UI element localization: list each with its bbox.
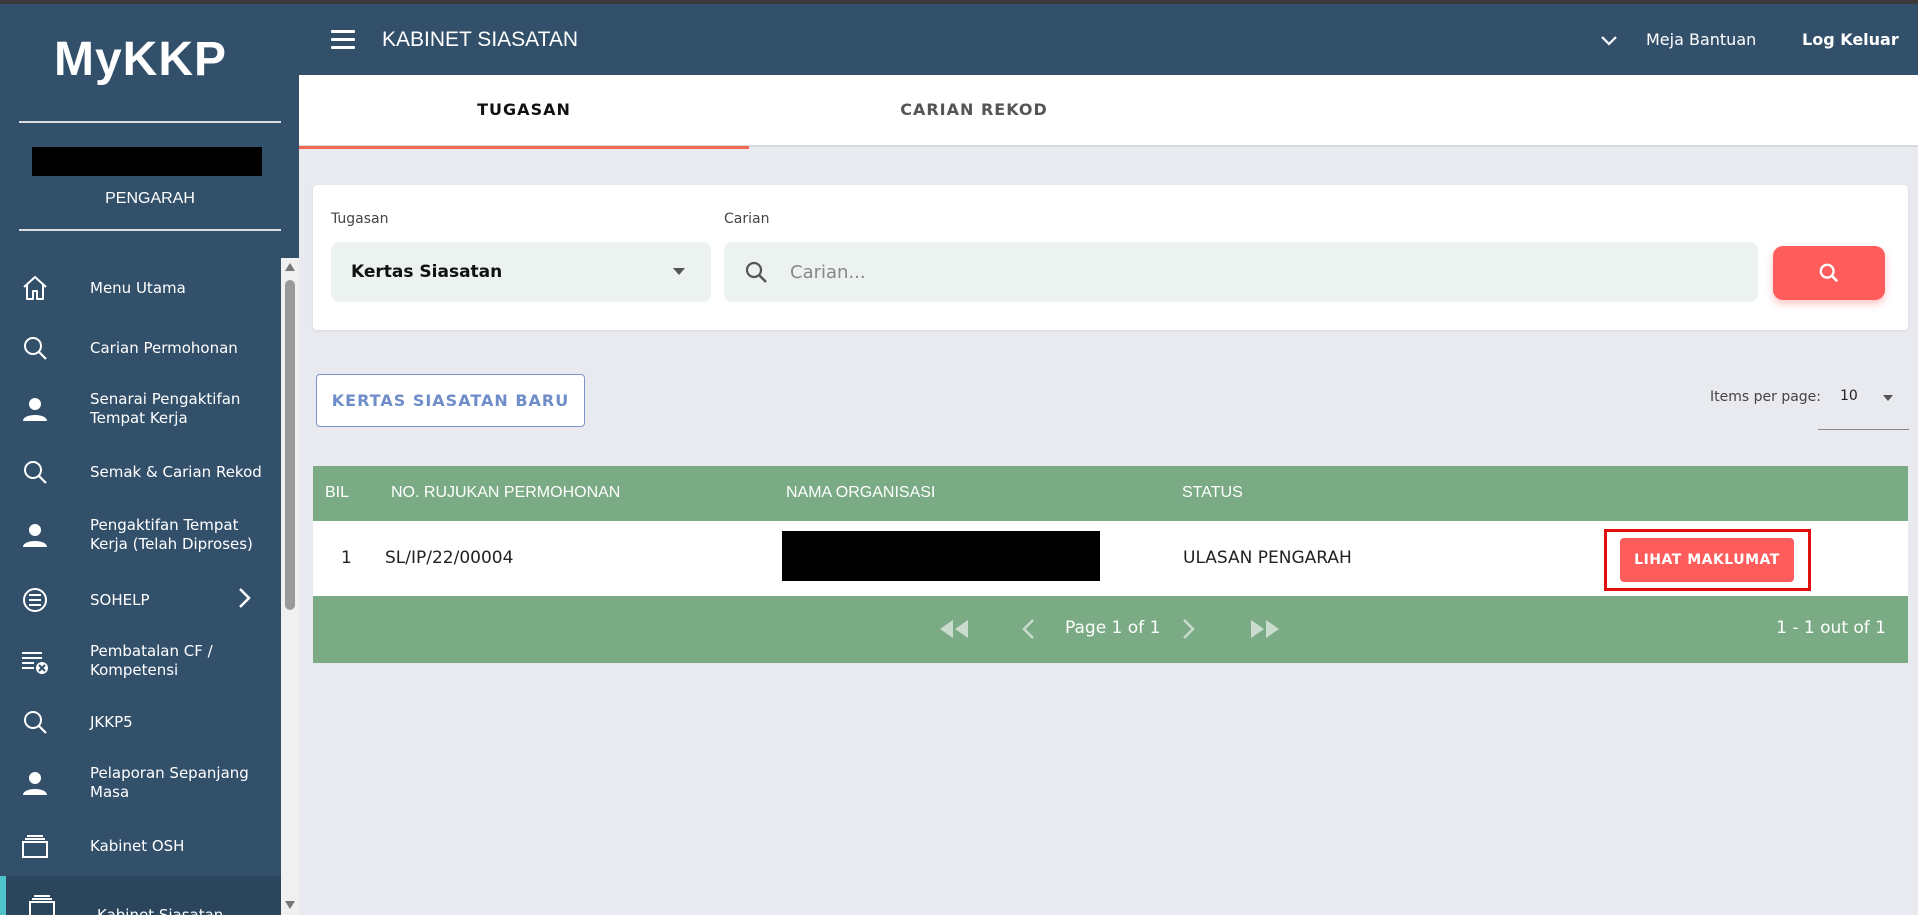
last-page-icon[interactable] xyxy=(1248,618,1282,640)
sidebar-item-pembatalan-cf[interactable]: Pembatalan CF / Kompetensi xyxy=(0,640,281,682)
tab-tugasan[interactable]: TUGASAN xyxy=(299,75,749,149)
sidebar-item-label: JKKP5 xyxy=(90,712,133,731)
divider xyxy=(19,229,281,231)
sidebar-item-label: Carian Permohonan xyxy=(90,338,238,357)
sidebar-item-sohelp[interactable]: SOHELP xyxy=(0,580,281,620)
search-icon xyxy=(20,457,50,487)
divider xyxy=(19,121,281,123)
new-investigation-paper-button[interactable]: KERTAS SIASATAN BARU xyxy=(316,374,585,427)
task-label: Tugasan xyxy=(331,211,389,227)
table-row: 1 SL/IP/22/00004 ULASAN PENGARAH LIHAT M… xyxy=(313,521,1908,596)
scroll-down-arrow-icon[interactable] xyxy=(284,900,296,910)
redacted-user-name xyxy=(32,147,262,176)
hamburger-menu-icon[interactable] xyxy=(331,30,355,50)
tab-label: TUGASAN xyxy=(477,100,571,119)
previous-page-icon[interactable] xyxy=(1020,618,1036,640)
dropdown-caret-icon xyxy=(673,268,685,275)
list-icon xyxy=(20,585,50,615)
sidebar-scroll-thumb[interactable] xyxy=(285,280,295,610)
sidebar-item-semak-carian[interactable]: Semak & Carian Rekod xyxy=(0,451,281,493)
column-header-status: STATUS xyxy=(1182,484,1243,501)
sidebar-item-kabinet-siasatan[interactable]: Kabinet Siasatan xyxy=(0,876,281,915)
search-label: Carian xyxy=(724,211,770,227)
search-icon xyxy=(20,333,50,363)
person-icon xyxy=(20,768,50,798)
user-role: PENGARAH xyxy=(105,190,195,207)
app-logo: MyKKP xyxy=(53,33,228,86)
page-title: KABINET SIASATAN xyxy=(382,28,579,51)
sidebar-item-label: Menu Utama xyxy=(90,278,186,297)
redacted-organisation-name xyxy=(782,531,1100,581)
view-details-button[interactable]: LIHAT MAKLUMAT xyxy=(1620,538,1794,582)
cell-ref-no: SL/IP/22/00004 xyxy=(385,548,514,568)
sidebar-item-label: Semak & Carian Rekod xyxy=(90,462,262,481)
items-per-page-label: Items per page: xyxy=(1710,389,1822,405)
tab-carian-rekod[interactable]: CARIAN REKOD xyxy=(749,75,1199,147)
search-input[interactable] xyxy=(790,252,1730,292)
cell-bil: 1 xyxy=(341,548,352,568)
sidebar-item-jkkp5[interactable]: JKKP5 xyxy=(0,702,281,742)
filter-card: Tugasan Kertas Siasatan Carian xyxy=(313,185,1908,330)
sidebar-item-pengaktifan-diproses[interactable]: Pengaktifan Tempat Kerja (Telah Diproses… xyxy=(0,514,281,556)
sidebar: MyKKP PENGARAH Menu Utama Carian Permoho… xyxy=(0,4,281,915)
person-icon xyxy=(20,394,50,424)
search-icon xyxy=(20,707,50,737)
items-per-page-select[interactable]: 10 xyxy=(1818,380,1909,430)
task-select-value: Kertas Siasatan xyxy=(351,262,503,282)
sidebar-item-label: Pembatalan CF / Kompetensi xyxy=(90,642,213,679)
sidebar-item-label: Pengaktifan Tempat Kerja (Telah Diproses… xyxy=(90,516,253,553)
sidebar-item-label: Senarai Pengaktifan Tempat Kerja xyxy=(90,390,241,427)
page-indicator: Page 1 of 1 xyxy=(1065,618,1161,638)
home-icon xyxy=(20,273,50,303)
sidebar-item-kabinet-osh[interactable]: Kabinet OSH xyxy=(0,826,281,866)
column-header-organisation: NAMA ORGANISASI xyxy=(786,484,936,501)
sidebar-item-pelaporan[interactable]: Pelaporan Sepanjang Masa xyxy=(0,762,281,804)
task-select[interactable]: Kertas Siasatan xyxy=(331,242,711,302)
sidebar-item-label: Kabinet OSH xyxy=(90,836,185,855)
chevron-down-icon[interactable] xyxy=(1599,30,1619,50)
column-header-bil: BIL xyxy=(325,484,350,501)
first-page-icon[interactable] xyxy=(937,618,971,640)
search-icon xyxy=(745,261,767,283)
person-icon xyxy=(20,520,50,550)
result-range: 1 - 1 out of 1 xyxy=(1776,618,1886,638)
next-page-icon[interactable] xyxy=(1181,618,1197,640)
table-header: BIL NO. RUJUKAN PERMOHONAN NAMA ORGANISA… xyxy=(313,466,1908,521)
active-tab-indicator xyxy=(299,146,749,149)
sidebar-item-senarai-pengaktifan[interactable]: Senarai Pengaktifan Tempat Kerja xyxy=(0,388,281,430)
help-desk-link[interactable]: Meja Bantuan xyxy=(1646,30,1756,49)
scroll-up-arrow-icon[interactable] xyxy=(284,262,296,272)
table-paginator: Page 1 of 1 1 - 1 out of 1 xyxy=(313,596,1908,663)
tab-bar: TUGASAN CARIAN REKOD xyxy=(299,75,1918,149)
cabinet-icon xyxy=(27,891,57,915)
items-per-page-value: 10 xyxy=(1840,388,1858,404)
list-cancel-icon xyxy=(20,646,50,676)
cabinet-icon xyxy=(20,831,50,861)
tab-label: CARIAN REKOD xyxy=(900,100,1048,119)
cell-status: ULASAN PENGARAH xyxy=(1183,548,1352,568)
column-header-ref-no: NO. RUJUKAN PERMOHONAN xyxy=(391,484,621,501)
results-table: BIL NO. RUJUKAN PERMOHONAN NAMA ORGANISA… xyxy=(313,466,1908,663)
sidebar-item-menu-utama[interactable]: Menu Utama xyxy=(0,268,281,308)
sidebar-item-label: Kabinet Siasatan xyxy=(97,906,224,915)
search-button[interactable] xyxy=(1773,246,1885,300)
search-icon xyxy=(1819,263,1839,283)
top-header: KABINET SIASATAN Meja Bantuan Log Keluar xyxy=(299,4,1918,75)
dropdown-caret-icon xyxy=(1883,395,1893,401)
chevron-right-icon xyxy=(237,587,251,613)
search-box xyxy=(724,242,1758,302)
logout-link[interactable]: Log Keluar xyxy=(1802,30,1899,49)
sidebar-item-carian-permohonan[interactable]: Carian Permohonan xyxy=(0,328,281,368)
sidebar-item-label: Pelaporan Sepanjang Masa xyxy=(90,764,249,801)
